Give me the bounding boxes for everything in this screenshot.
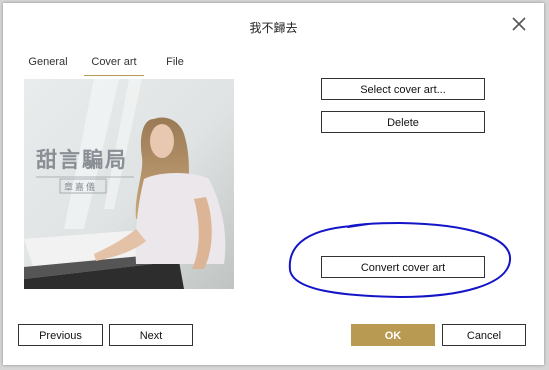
cover-artist-text: 章嘉儀 xyxy=(64,181,97,193)
ok-button[interactable]: OK xyxy=(351,324,435,346)
convert-cover-art-button[interactable]: Convert cover art xyxy=(321,256,485,278)
select-cover-art-button[interactable]: Select cover art... xyxy=(321,78,485,100)
next-button[interactable]: Next xyxy=(109,324,193,346)
cancel-button[interactable]: Cancel xyxy=(442,324,526,346)
dialog-title: 我不歸去 xyxy=(249,21,298,35)
previous-button[interactable]: Previous xyxy=(18,324,103,346)
cover-art-image: 甜言騙局 章嘉儀 xyxy=(24,79,234,289)
delete-button[interactable]: Delete xyxy=(321,111,485,133)
tab-cover-art[interactable]: Cover art xyxy=(84,53,144,76)
cover-title-text: 甜言騙局 xyxy=(36,147,128,172)
tab-general[interactable]: General xyxy=(23,53,73,75)
tab-file[interactable]: File xyxy=(163,53,187,75)
properties-dialog: 我不歸去 General Cover art File 甜言騙局 章嘉儀 Sel… xyxy=(3,3,544,365)
close-icon[interactable] xyxy=(508,13,530,35)
